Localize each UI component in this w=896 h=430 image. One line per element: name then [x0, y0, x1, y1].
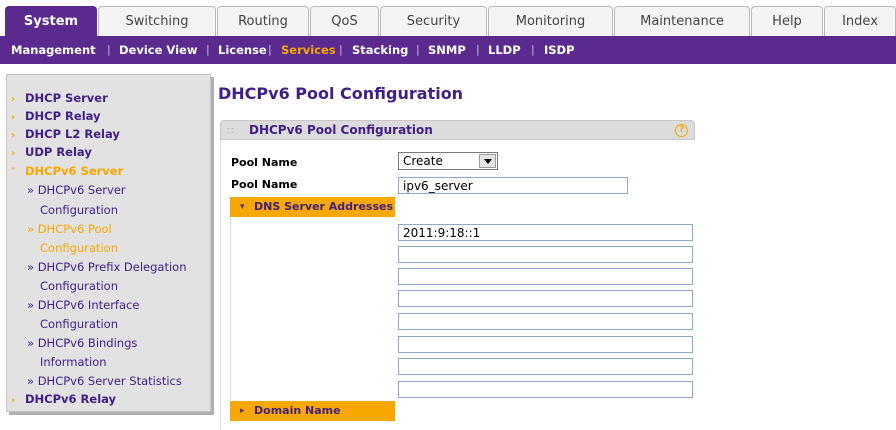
sidebar-item-label: UDP Relay [25, 145, 92, 159]
sidebar-item-dhcp-l2-relay[interactable]: › DHCP L2 Relay [11, 126, 120, 142]
pool-name-input-label: Pool Name [231, 178, 298, 191]
sidebar-item-dhcpv6-relay[interactable]: › DHCPv6 Relay [11, 391, 116, 407]
sidebar-item-label: DHCP L2 Relay [25, 127, 120, 141]
tab-qos[interactable]: QoS [310, 6, 379, 36]
chevron-right-icon: › [11, 148, 16, 159]
chevron-right-icon: › [11, 94, 16, 105]
sidebar-item-dhcp-server[interactable]: › DHCP Server [11, 90, 108, 106]
submenu-dhcpv6-interface[interactable]: » DHCPv6 Interface [27, 296, 139, 314]
tab-maintenance[interactable]: Maintenance [614, 6, 750, 36]
subnav-isdp[interactable]: ISDP [544, 36, 575, 64]
sidebar-item-dhcp-relay[interactable]: › DHCP Relay [11, 108, 101, 124]
dns-server-addresses-section[interactable]: ▾ DNS Server Addresses [230, 197, 395, 217]
dns-server-address-input-2[interactable] [398, 246, 693, 263]
subnav-separator: | [476, 43, 480, 56]
sidebar-item-label: DHCPv6 Relay [25, 392, 117, 406]
subnav-stacking[interactable]: Stacking [352, 36, 408, 64]
domain-section-label: Domain Name [254, 404, 341, 417]
dns-server-address-input-7[interactable] [398, 358, 693, 375]
subnav-device-view[interactable]: Device View [119, 36, 197, 64]
pool-name-select-value: Create [403, 154, 443, 168]
pool-name-select[interactable]: Create [398, 152, 498, 170]
dns-server-address-input-4[interactable] [398, 290, 693, 307]
submenu-line-continued[interactable]: Configuration [40, 201, 118, 219]
dns-server-address-input-8[interactable] [398, 381, 693, 398]
submenu-dhcpv6-bindings[interactable]: » DHCPv6 Bindings [27, 334, 137, 352]
submenu-line-continued[interactable]: Information [40, 353, 107, 371]
pool-name-input[interactable] [398, 177, 628, 194]
subnav-lldp[interactable]: LLDP [488, 36, 521, 64]
submenu-line-continued[interactable]: Configuration [40, 277, 118, 295]
tab-monitoring[interactable]: Monitoring [488, 6, 613, 36]
dns-server-address-input-6[interactable] [398, 336, 693, 353]
sidebar-menu: › DHCP Server › DHCP Relay › DHCP L2 Relay … [6, 74, 211, 412]
dns-server-address-input-5[interactable] [398, 313, 693, 330]
submenu-line-continued[interactable]: Configuration [40, 315, 118, 333]
subnav-separator: | [107, 43, 111, 56]
subnav-separator: | [339, 43, 343, 56]
sidebar-item-label: DHCP Server [25, 91, 108, 105]
subnav-separator: | [206, 43, 210, 56]
subnav-separator: | [531, 43, 535, 56]
tab-switching[interactable]: Switching [98, 6, 216, 36]
section-divider [230, 218, 232, 400]
panel-header: :: DHCPv6 Pool Configuration ? [220, 120, 695, 140]
submenu-dhcpv6-prefix-delegation[interactable]: » DHCPv6 Prefix Delegation [27, 258, 187, 276]
sidebar-item-udp-relay[interactable]: › UDP Relay [11, 144, 92, 160]
domain-name-section[interactable]: ▸ Domain Name [230, 401, 395, 421]
page-title: DHCPv6 Pool Configuration [218, 84, 464, 103]
submenu-dhcpv6-server-configuration[interactable]: » DHCPv6 Server [27, 181, 126, 199]
top-tab-bar: System Switching Routing QoS Security Mo… [0, 0, 896, 37]
submenu-dhcpv6-server-statistics[interactable]: » DHCPv6 Server Statistics [27, 372, 182, 390]
subnav-separator: | [416, 43, 420, 56]
subnav-snmp[interactable]: SNMP [428, 36, 466, 64]
dns-section-label: DNS Server Addresses [254, 200, 394, 213]
chevron-down-icon[interactable] [479, 154, 496, 168]
sidebar-item-label: DHCPv6 Server [25, 164, 124, 178]
sidebar-item-dhcpv6-server[interactable]: ˅ DHCPv6 Server [11, 163, 123, 179]
pool-name-select-label: Pool Name [231, 156, 298, 169]
drag-grip-icon: :: [227, 125, 234, 136]
subnav-services[interactable]: Services [281, 36, 336, 64]
chevron-right-icon: › [11, 395, 16, 406]
tab-routing[interactable]: Routing [217, 6, 309, 36]
sidebar-item-label: DHCP Relay [25, 109, 101, 123]
chevron-right-icon: › [11, 130, 16, 141]
chevron-down-icon: ˅ [11, 167, 16, 178]
chevron-right-icon: ▸ [240, 406, 245, 416]
dns-server-address-input-1[interactable] [398, 224, 693, 241]
submenu-line-continued[interactable]: Configuration [40, 239, 118, 257]
tab-security[interactable]: Security [380, 6, 487, 36]
tab-index[interactable]: Index [824, 6, 896, 36]
help-icon[interactable]: ? [675, 124, 688, 137]
sub-navigation: Management | Device View | License | Ser… [0, 36, 896, 64]
chevron-right-icon: › [11, 112, 16, 123]
subnav-separator: | [268, 43, 272, 56]
tab-help[interactable]: Help [751, 6, 823, 36]
tab-system[interactable]: System [5, 6, 97, 37]
submenu-dhcpv6-pool-configuration[interactable]: » DHCPv6 Pool [27, 220, 112, 238]
subnav-management[interactable]: Management [11, 36, 96, 64]
chevron-down-icon: ▾ [240, 202, 245, 212]
panel-title: DHCPv6 Pool Configuration [249, 123, 433, 137]
subnav-license[interactable]: License [218, 36, 267, 64]
dns-server-address-input-3[interactable] [398, 268, 693, 285]
